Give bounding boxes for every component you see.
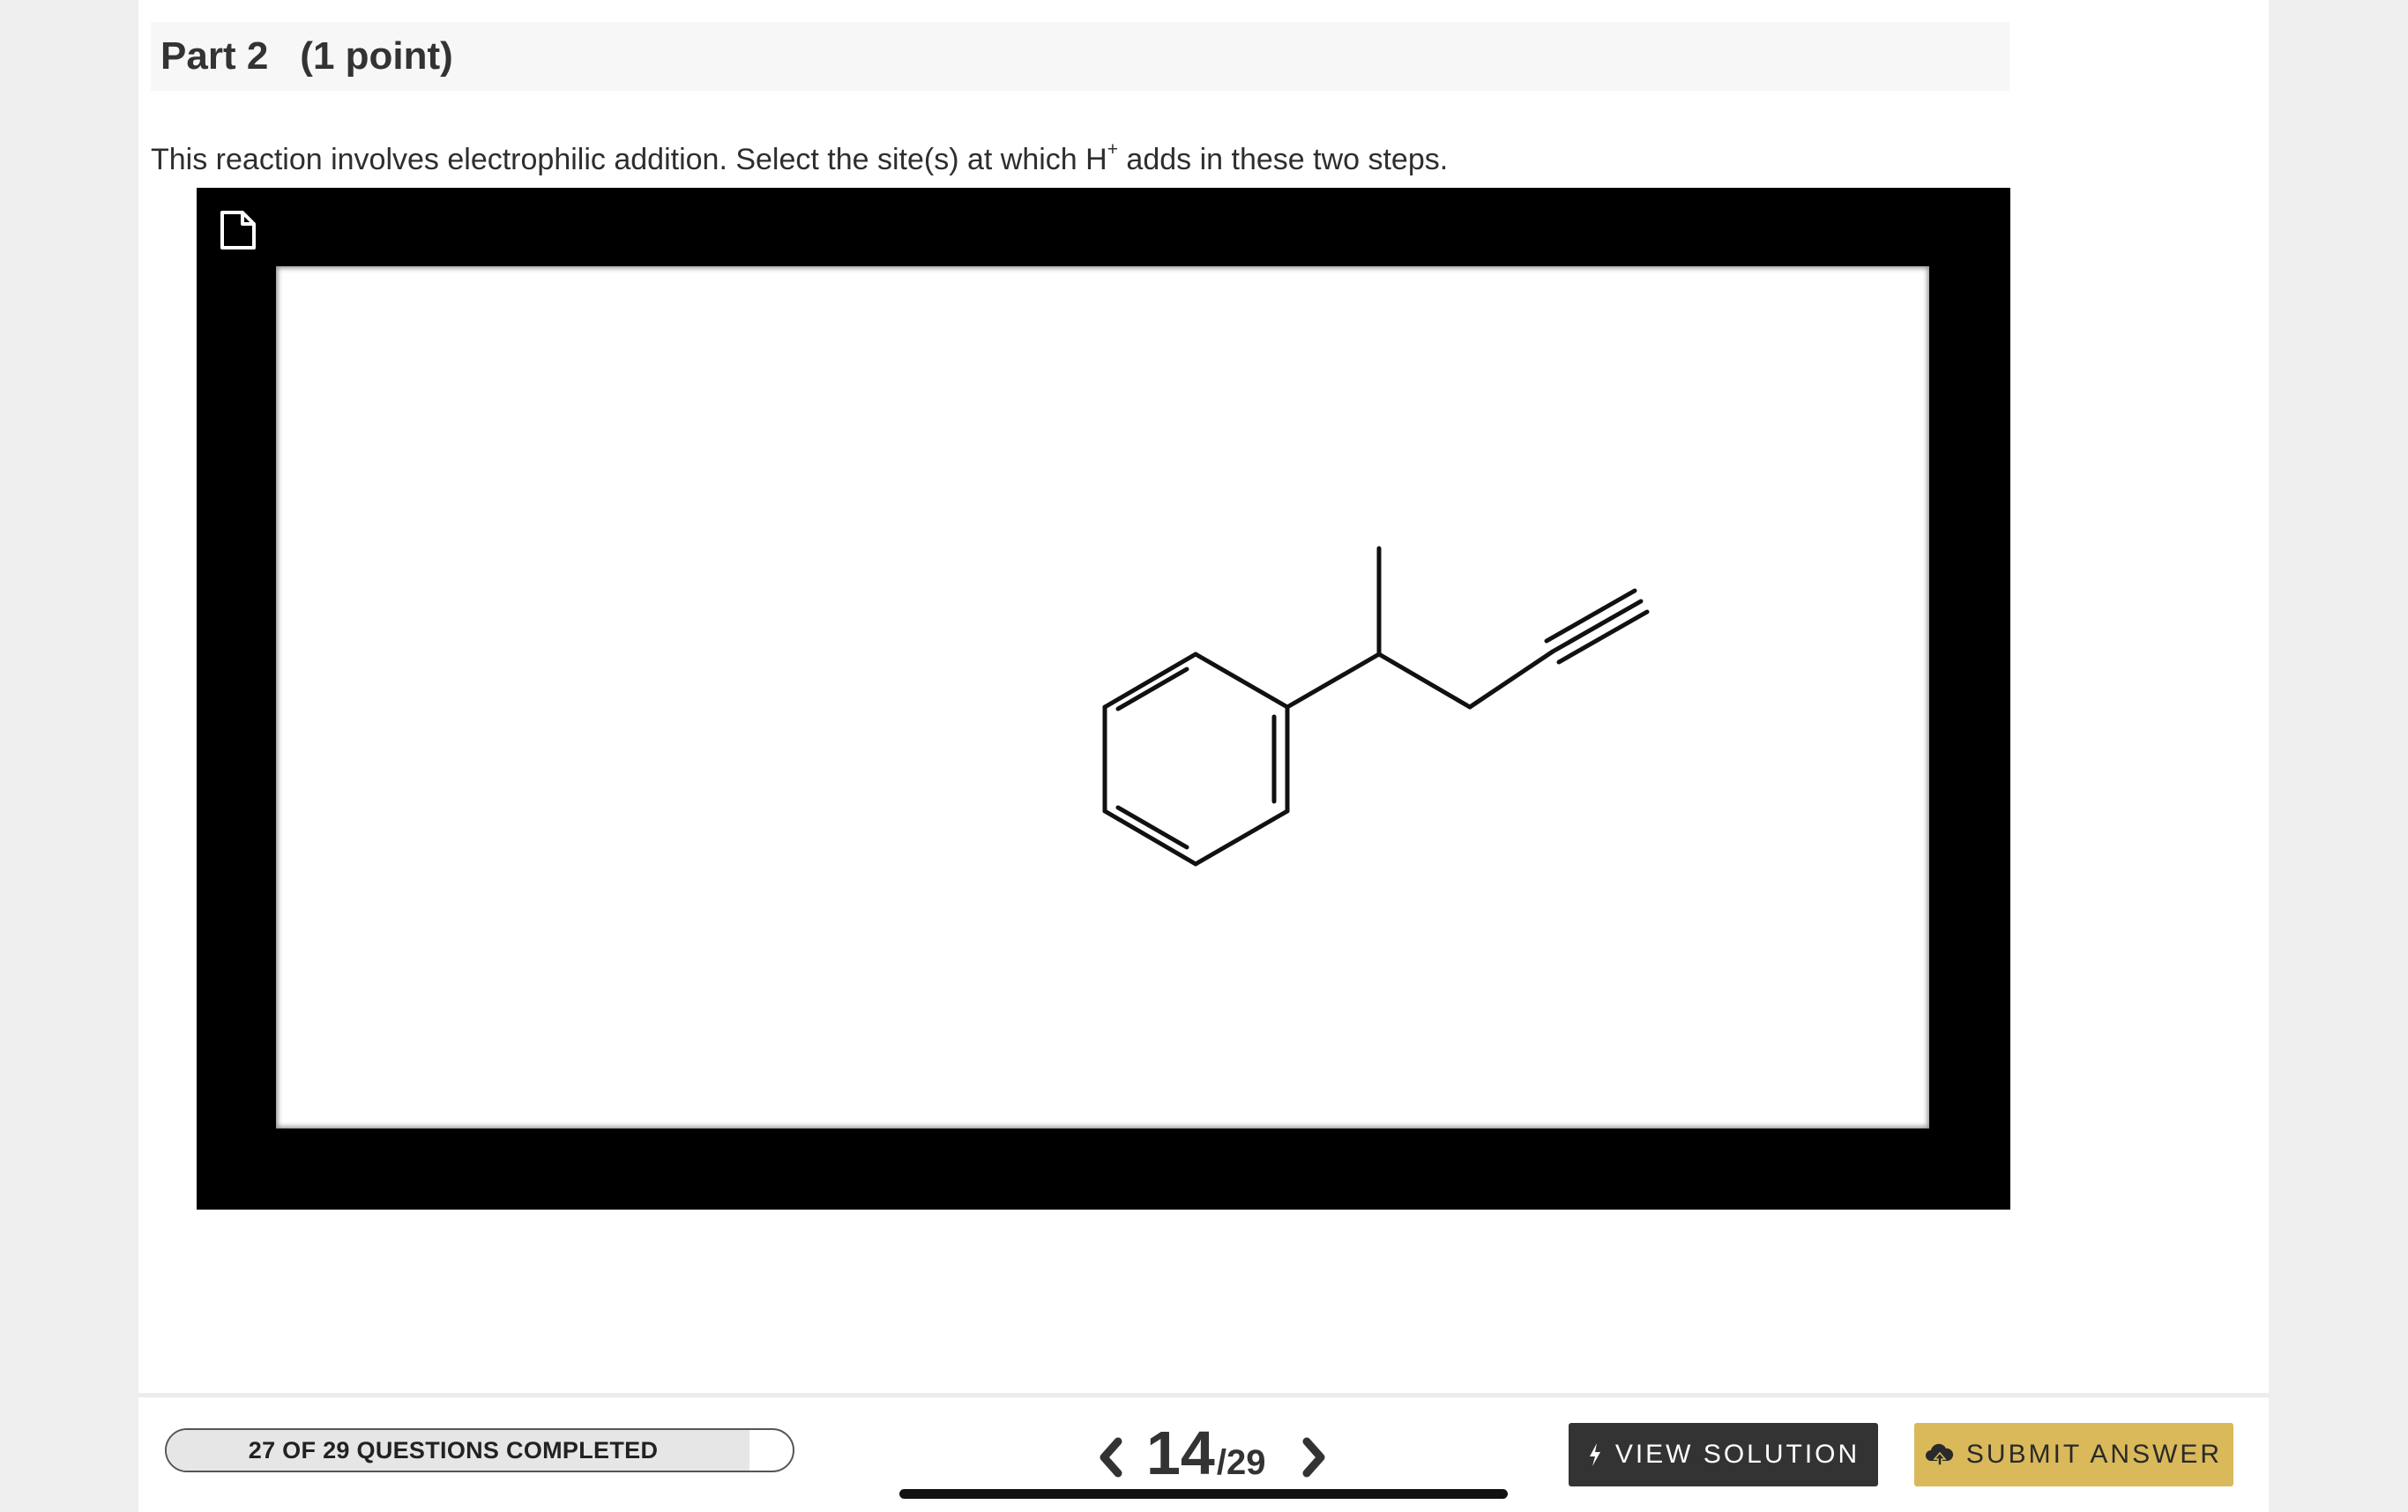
ring-bond xyxy=(1193,652,1290,710)
ring-double-bond xyxy=(1115,667,1189,711)
molecule-viewer xyxy=(197,188,2010,1210)
progress-label: 27 OF 29 QUESTIONS COMPLETED xyxy=(248,1436,659,1464)
scroll-indicator xyxy=(899,1489,1508,1499)
alkyne-triple-bond xyxy=(1544,588,1637,644)
footer-divider xyxy=(138,1393,2269,1397)
alkyne-triple-bond xyxy=(1556,609,1650,665)
part-title: Part 2 xyxy=(160,34,269,78)
chain-bond xyxy=(1285,652,1382,710)
document-icon[interactable] xyxy=(218,209,258,251)
progress-bar: 27 OF 29 QUESTIONS COMPLETED xyxy=(165,1428,794,1472)
submit-answer-label: SUBMIT ANSWER xyxy=(1965,1440,2223,1469)
molecule-structure xyxy=(1102,546,1650,867)
question-superscript: + xyxy=(1107,139,1118,160)
cloud-upload-icon xyxy=(1925,1443,1954,1466)
part-points: (1 point) xyxy=(300,34,453,78)
total-pages: /29 xyxy=(1216,1443,1266,1482)
ring-bond xyxy=(1102,808,1198,867)
question-text-start: This reaction involves electrophilic add… xyxy=(151,143,1107,176)
alkyne-triple-bond xyxy=(1550,599,1644,654)
lightning-icon xyxy=(1587,1441,1603,1468)
view-solution-button[interactable]: VIEW SOLUTION xyxy=(1569,1423,1878,1486)
view-solution-label: VIEW SOLUTION xyxy=(1614,1440,1860,1469)
page-indicator: 14 /29 xyxy=(1146,1418,1265,1488)
submit-answer-button[interactable]: SUBMIT ANSWER xyxy=(1914,1423,2233,1486)
current-page-number: 14 xyxy=(1146,1419,1215,1487)
chain-bond xyxy=(1467,649,1555,710)
ring-bond xyxy=(1102,652,1198,710)
molecule-canvas[interactable] xyxy=(276,266,1929,1128)
chevron-left-icon[interactable] xyxy=(1093,1433,1129,1482)
question-text-end: adds in these two steps. xyxy=(1117,143,1449,176)
part-header: Part 2 (1 point) xyxy=(151,22,2009,91)
ring-bond xyxy=(1193,808,1290,867)
chevron-right-icon[interactable] xyxy=(1296,1433,1331,1482)
chain-bond xyxy=(1376,652,1472,710)
question-text: This reaction involves electrophilic add… xyxy=(151,140,1449,177)
